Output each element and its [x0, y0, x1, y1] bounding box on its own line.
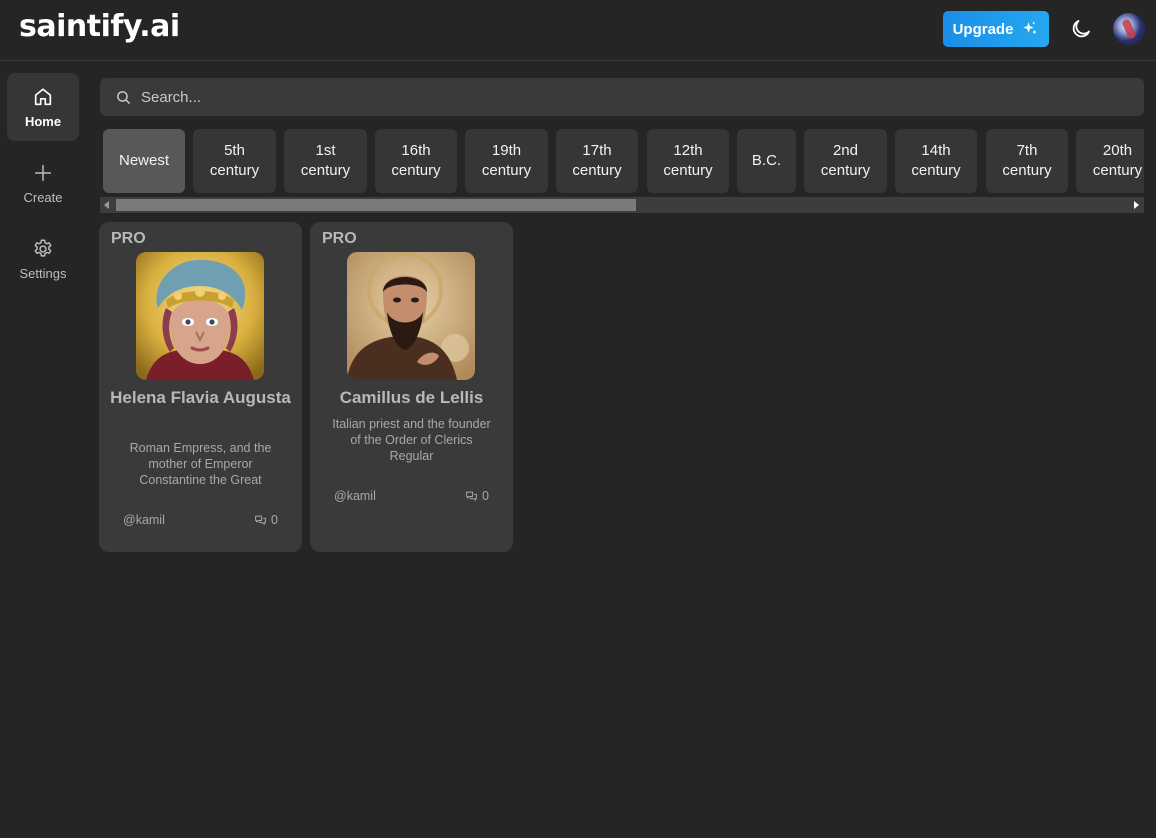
chip-label: 2nd century: [820, 142, 871, 179]
saint-name: Helena Flavia Augusta: [110, 388, 291, 407]
scroll-right-arrow[interactable]: [1134, 201, 1139, 209]
pro-badge: PRO: [322, 230, 357, 247]
filter-chip-14th-century[interactable]: 14th century: [895, 129, 977, 193]
sidebar-item-label: Create: [23, 189, 63, 205]
top-bar: saintify.ai Upgrade: [0, 0, 1156, 61]
sparkle-icon: [1023, 21, 1038, 35]
moon-icon[interactable]: [1069, 17, 1093, 41]
chat-bubbles-icon: [466, 491, 477, 501]
chip-label: 1st century: [300, 142, 351, 179]
saint-card[interactable]: PRO Helena Flavia Augusta Roman Empress,…: [99, 222, 302, 552]
chat-count-value: 0: [271, 513, 278, 527]
century-filter-bar: Newest 5th century 1st century 16th century…: [100, 129, 1144, 193]
chip-label: 7th century: [1002, 142, 1052, 179]
filter-chip-1st-century[interactable]: 1st century: [284, 129, 367, 193]
app-logo[interactable]: saintify.ai: [19, 9, 180, 44]
chat-count-value: 0: [482, 489, 489, 503]
sidebar-item-create[interactable]: Create: [7, 149, 79, 217]
sidebar-item-home[interactable]: Home: [7, 73, 79, 141]
filter-chip-2nd-century[interactable]: 2nd century: [804, 129, 887, 193]
chip-label: 12th century: [663, 142, 713, 179]
upgrade-label: Upgrade: [952, 20, 1014, 38]
filter-chip-12th-century[interactable]: 12th century: [647, 129, 729, 193]
chip-label: 14th century: [911, 142, 961, 179]
saint-card[interactable]: PRO Camillus de Lellis Italian priest an…: [310, 222, 513, 552]
user-avatar[interactable]: [1113, 13, 1145, 45]
search-icon: [117, 90, 130, 104]
author-handle[interactable]: @kamil: [334, 489, 376, 503]
chat-bubbles-icon: [255, 515, 266, 525]
gear-icon: [34, 239, 52, 257]
chip-label: 19th century: [481, 142, 532, 179]
chip-label: 16th century: [391, 142, 441, 179]
chip-label: 5th century: [209, 142, 260, 179]
chip-label: 17th century: [572, 142, 622, 179]
saint-name: Camillus de Lellis: [339, 388, 484, 407]
search-input[interactable]: [141, 88, 1041, 106]
chat-count: 0: [254, 513, 278, 527]
filter-chip-newest[interactable]: Newest: [103, 129, 185, 193]
sidebar-item-label: Home: [24, 113, 62, 129]
saint-description: Italian priest and the founder of the Or…: [332, 417, 491, 463]
scroll-left-arrow[interactable]: [104, 201, 109, 209]
saint-description: Roman Empress, and the mother of Emperor…: [129, 441, 272, 487]
filter-chip-bc[interactable]: B.C.: [737, 129, 796, 193]
portrait-image: [347, 252, 475, 380]
sidebar-item-label: Settings: [19, 265, 67, 281]
upgrade-button[interactable]: Upgrade: [943, 11, 1049, 47]
chip-label: B.C.: [751, 152, 782, 169]
filter-scrollbar[interactable]: [100, 197, 1144, 213]
portrait-image: [136, 252, 264, 380]
filter-chip-17th-century[interactable]: 17th century: [556, 129, 638, 193]
filter-chip-5th-century[interactable]: 5th century: [193, 129, 276, 193]
sidebar-item-settings[interactable]: Settings: [7, 225, 79, 293]
filter-chip-20th-century[interactable]: 20th century: [1076, 129, 1144, 193]
search-bar[interactable]: [100, 78, 1144, 116]
chat-count: 0: [465, 489, 489, 503]
saint-portrait: [136, 252, 264, 380]
chip-label: Newest: [118, 152, 170, 169]
filter-chip-7th-century[interactable]: 7th century: [986, 129, 1068, 193]
saint-portrait: [347, 252, 475, 380]
chip-label: 20th century: [1092, 142, 1143, 179]
plus-icon: [34, 164, 52, 181]
filter-chip-16th-century[interactable]: 16th century: [375, 129, 457, 193]
scrollbar-thumb[interactable]: [116, 199, 636, 211]
home-icon: [34, 87, 52, 105]
author-handle[interactable]: @kamil: [123, 513, 165, 527]
filter-chip-19th-century[interactable]: 19th century: [465, 129, 548, 193]
pro-badge: PRO: [111, 230, 146, 247]
